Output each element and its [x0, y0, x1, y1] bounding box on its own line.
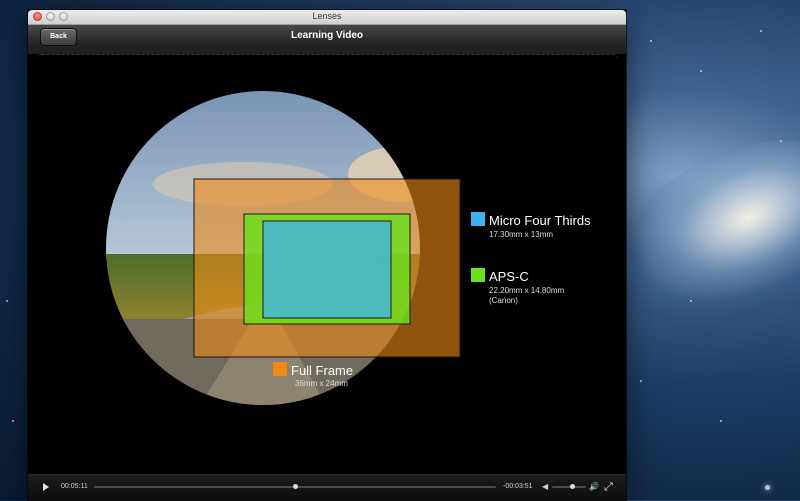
star [640, 380, 642, 382]
fullscreen-icon[interactable]: ⤢ [604, 481, 613, 494]
micro-four-thirds-sensor-rect [262, 220, 392, 319]
elapsed-time: 00:05:11 [61, 483, 88, 490]
star [760, 30, 762, 32]
volume-low-icon[interactable]: ◀ [542, 482, 548, 491]
sensor-size-illustration: Micro Four Thirds 17.30mm x 13mm APS-C 2… [106, 91, 591, 405]
star [720, 420, 722, 422]
window-title: Lenses [312, 11, 342, 21]
mft-name: Micro Four Thirds [489, 213, 591, 228]
star [650, 40, 652, 42]
star [780, 140, 782, 142]
aps-c-size: 22.20mm x 14.80mm [489, 286, 564, 295]
star [6, 300, 8, 302]
aps-c-name: APS-C [489, 269, 529, 284]
full-frame-size: 36mm x 24mm [295, 379, 348, 388]
play-icon[interactable] [43, 483, 49, 491]
star [765, 485, 770, 490]
remaining-time: -00:03:51 [503, 483, 533, 490]
full-frame-color-swatch [273, 362, 287, 376]
title-bar: Lenses [28, 10, 626, 25]
volume-track[interactable] [552, 486, 586, 488]
star [690, 300, 692, 302]
app-window: Lenses Back Learning Video Micro Four Th… [28, 10, 626, 501]
full-frame-name: Full Frame [291, 363, 353, 378]
mft-size: 17.30mm x 13mm [489, 230, 553, 239]
video-frame[interactable]: Micro Four Thirds 17.30mm x 13mm APS-C 2… [28, 64, 626, 469]
volume-high-icon[interactable]: 🔊 [589, 482, 599, 491]
volume-knob[interactable] [570, 484, 576, 489]
aps-c-label: APS-C 22.20mm x 14.80mm (Canon) [471, 268, 564, 305]
star [12, 420, 14, 422]
progress-knob[interactable] [293, 484, 298, 489]
star [700, 70, 702, 72]
mft-color-swatch [471, 212, 485, 226]
page-title: Learning Video [290, 30, 364, 41]
navigation-bar: Back Learning Video [28, 25, 626, 55]
video-controls-bar: 00:05:11 -00:03:51 ◀ 🔊 ⤢ [28, 474, 626, 501]
aps-c-color-swatch [471, 268, 485, 282]
mft-label: Micro Four Thirds 17.30mm x 13mm [471, 212, 591, 239]
aps-c-note: (Canon) [489, 296, 518, 305]
